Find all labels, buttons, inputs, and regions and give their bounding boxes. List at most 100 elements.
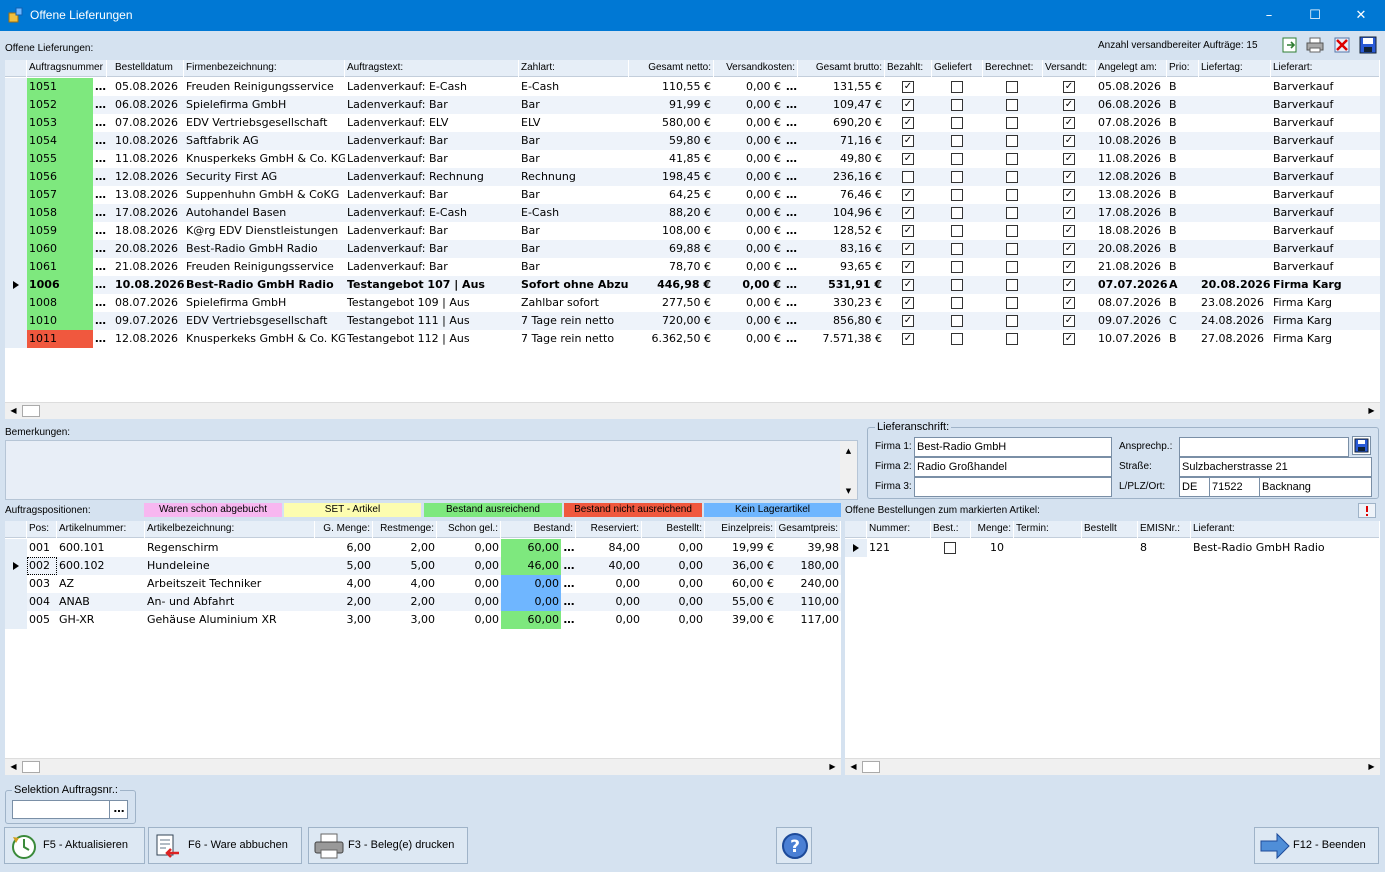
table-row[interactable]: 1055… 11.08.2026 Knusperkeks GmbH & Co. KG…: [5, 150, 1380, 168]
table-row[interactable]: 1059… 18.08.2026 K@rg EDV Dienstleistungen…: [5, 222, 1380, 240]
versandt-checkbox[interactable]: ✓: [1063, 333, 1075, 345]
purchase-col-header[interactable]: Termin:: [1014, 521, 1082, 538]
positions-col-header[interactable]: Reserviert:: [580, 521, 642, 538]
row-indicator[interactable]: [5, 557, 27, 575]
orders-col-header[interactable]: Liefertag:: [1199, 60, 1271, 77]
bezahlt-checkbox[interactable]: ✓: [902, 333, 914, 345]
row-indicator[interactable]: [5, 539, 27, 557]
table-row[interactable]: 1061… 21.08.2026 Freuden Reinigungsservice…: [5, 258, 1380, 276]
lookup-dots-icon[interactable]: …: [93, 222, 107, 240]
positions-col-header[interactable]: Bestellt:: [642, 521, 705, 538]
row-indicator[interactable]: [5, 96, 27, 114]
bezahlt-checkbox[interactable]: ✓: [902, 279, 914, 291]
save-address-icon[interactable]: [1352, 436, 1371, 455]
berechnet-checkbox[interactable]: [1006, 243, 1018, 255]
close-window-button[interactable]: ✕: [1338, 0, 1384, 31]
row-indicator[interactable]: [5, 186, 27, 204]
purchase-col-header[interactable]: Lieferant:: [1191, 521, 1380, 538]
berechnet-checkbox[interactable]: [1006, 189, 1018, 201]
lookup-dots-icon[interactable]: …: [784, 276, 798, 294]
row-indicator[interactable]: [5, 240, 27, 258]
row-indicator[interactable]: [5, 276, 27, 294]
lookup-dots-icon[interactable]: …: [784, 330, 798, 348]
row-indicator[interactable]: [5, 114, 27, 132]
table-row[interactable]: 1056… 12.08.2026 Security First AG Ladenver…: [5, 168, 1380, 186]
scroll-left-icon[interactable]: ◀: [845, 759, 862, 775]
bezahlt-checkbox[interactable]: ✓: [902, 99, 914, 111]
orders-col-header[interactable]: Versandkosten:: [714, 60, 798, 77]
bezahlt-checkbox[interactable]: [902, 171, 914, 183]
zip-field[interactable]: 71522: [1209, 477, 1260, 497]
country-field[interactable]: DE: [1179, 477, 1210, 497]
orders-col-header[interactable]: Lieferart:: [1271, 60, 1380, 77]
lookup-dots-icon[interactable]: …: [784, 78, 798, 96]
positions-col-header[interactable]: Gesamtpreis:: [776, 521, 841, 538]
table-row[interactable]: 001 600.101 Regenschirm 6,00 2,00 0,00 60,00… 8…: [5, 539, 841, 557]
lookup-dots-icon[interactable]: …: [784, 168, 798, 186]
lookup-dots-icon[interactable]: …: [93, 330, 107, 348]
versandt-checkbox[interactable]: ✓: [1063, 207, 1075, 219]
row-indicator[interactable]: [5, 330, 27, 348]
berechnet-checkbox[interactable]: [1006, 171, 1018, 183]
table-row[interactable]: 005 GH-XR Gehäuse Aluminium XR 3,00 3,00 0,00…: [5, 611, 841, 629]
versandt-checkbox[interactable]: ✓: [1063, 81, 1075, 93]
lookup-dots-icon[interactable]: …: [784, 258, 798, 276]
orders-col-header[interactable]: Gesamt netto:: [629, 60, 714, 77]
selection-browse-button[interactable]: …: [109, 800, 128, 819]
lookup-dots-icon[interactable]: …: [784, 294, 798, 312]
scroll-thumb[interactable]: [22, 761, 40, 773]
table-row[interactable]: 1051… 05.08.2026 Freuden Reinigungsservice…: [5, 78, 1380, 96]
table-row[interactable]: 1011… 12.08.2026 Knusperkeks GmbH & Co. KG…: [5, 330, 1380, 348]
print-icon[interactable]: [1306, 36, 1324, 54]
scroll-thumb[interactable]: [862, 761, 880, 773]
table-row[interactable]: 1053… 07.08.2026 EDV Vertriebsgesellschaft…: [5, 114, 1380, 132]
positions-hscroll[interactable]: ◀ ▶: [5, 758, 841, 775]
berechnet-checkbox[interactable]: [1006, 153, 1018, 165]
lookup-dots-icon[interactable]: …: [561, 539, 576, 557]
positions-col-header[interactable]: Schon gel.:: [437, 521, 501, 538]
row-indicator[interactable]: [5, 611, 27, 629]
lookup-dots-icon[interactable]: …: [93, 312, 107, 330]
bezahlt-checkbox[interactable]: ✓: [902, 315, 914, 327]
exit-button[interactable]: F12 - Beenden: [1254, 827, 1379, 864]
berechnet-checkbox[interactable]: [1006, 315, 1018, 327]
purchase-hscroll[interactable]: ◀ ▶: [845, 758, 1380, 775]
scroll-right-icon[interactable]: ▶: [1363, 759, 1380, 775]
lookup-dots-icon[interactable]: …: [784, 150, 798, 168]
alert-icon[interactable]: [1358, 503, 1376, 518]
positions-col-header[interactable]: Artikelnummer:: [57, 521, 145, 538]
versandt-checkbox[interactable]: ✓: [1063, 243, 1075, 255]
table-row[interactable]: 1052… 06.08.2026 Spielefirma GmbH Ladenverk…: [5, 96, 1380, 114]
berechnet-checkbox[interactable]: [1006, 81, 1018, 93]
table-row[interactable]: 1060… 20.08.2026 Best-Radio GmbH Radio Lade…: [5, 240, 1380, 258]
orders-col-header[interactable]: Bestelldatum: [113, 60, 184, 77]
geliefert-checkbox[interactable]: [951, 243, 963, 255]
versandt-checkbox[interactable]: ✓: [1063, 153, 1075, 165]
remarks-vscroll[interactable]: ▲ ▼: [840, 441, 857, 499]
lookup-dots-icon[interactable]: …: [93, 132, 107, 150]
row-indicator[interactable]: [5, 78, 27, 96]
positions-col-header[interactable]: G. Menge:: [315, 521, 373, 538]
purchase-col-header[interactable]: Bestellt: [1082, 521, 1138, 538]
geliefert-checkbox[interactable]: [951, 171, 963, 183]
lookup-dots-icon[interactable]: …: [93, 168, 107, 186]
orders-hscroll[interactable]: ◀ ▶: [5, 402, 1380, 419]
orders-col-header[interactable]: Angelegt am:: [1096, 60, 1167, 77]
delete-icon[interactable]: [1333, 36, 1351, 54]
lookup-dots-icon[interactable]: …: [784, 312, 798, 330]
minimize-button[interactable]: –: [1246, 0, 1292, 31]
geliefert-checkbox[interactable]: [951, 135, 963, 147]
row-indicator[interactable]: [5, 258, 27, 276]
orders-col-header[interactable]: Geliefert: [932, 60, 983, 77]
row-indicator[interactable]: [5, 168, 27, 186]
firma2-field[interactable]: Radio Großhandel: [914, 457, 1112, 477]
row-indicator[interactable]: [5, 575, 27, 593]
positions-col-header[interactable]: Einzelpreis:: [705, 521, 776, 538]
versandt-checkbox[interactable]: ✓: [1063, 279, 1075, 291]
lookup-dots-icon[interactable]: …: [784, 96, 798, 114]
table-row[interactable]: 1058… 17.08.2026 Autohandel Basen Ladenverk…: [5, 204, 1380, 222]
row-indicator[interactable]: [5, 294, 27, 312]
purchase-col-header[interactable]: Best.:: [931, 521, 971, 538]
lookup-dots-icon[interactable]: …: [93, 294, 107, 312]
bezahlt-checkbox[interactable]: ✓: [902, 261, 914, 273]
